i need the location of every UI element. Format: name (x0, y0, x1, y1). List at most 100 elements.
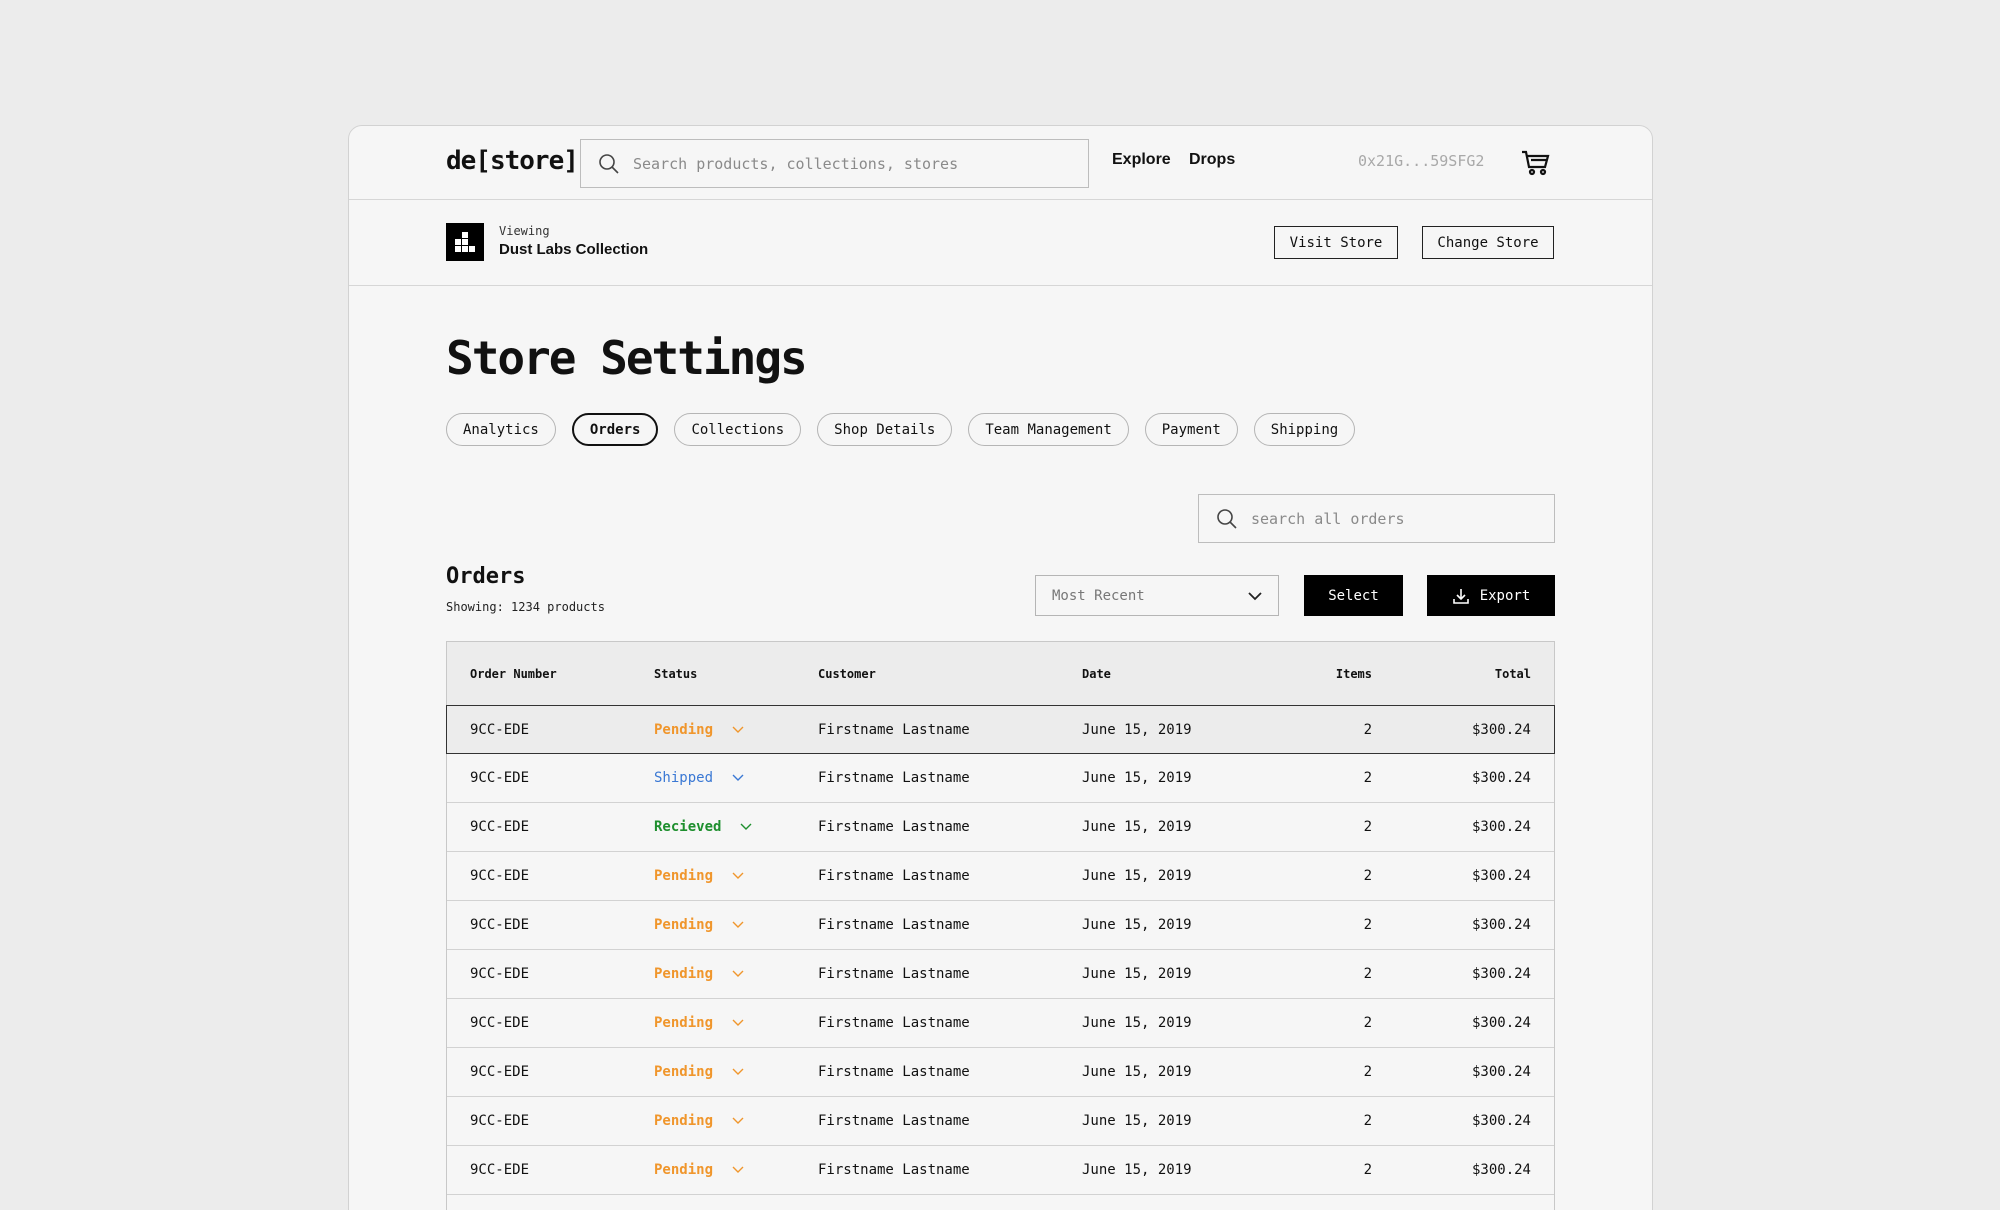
order-date: June 15, 2019 (1082, 721, 1192, 738)
item-count: 2 (1363, 1064, 1372, 1080)
table-row[interactable]: 9CC-EDE Recieved Firstname Lastname June 15… (447, 803, 1554, 852)
item-count: 2 (1363, 1015, 1372, 1031)
customer-name: Firstname Lastname (818, 966, 970, 982)
tab-shipping[interactable]: Shipping (1253, 413, 1356, 446)
customer-name: Firstname Lastname (818, 819, 970, 835)
chevron-down-icon (732, 1019, 744, 1026)
tab-payment[interactable]: Payment (1144, 413, 1238, 446)
table-row[interactable]: 9CC-EDE Pending Firstname Lastname June 15,… (447, 1146, 1554, 1195)
store-name: Dust Labs Collection (499, 241, 649, 258)
item-count: 2 (1363, 770, 1372, 786)
table-row[interactable]: 9CC-EDE Pending Firstname Lastname June 15,… (447, 852, 1554, 901)
chevron-down-icon (732, 970, 744, 977)
table-row[interactable]: 9CC-EDE Pending Firstname Lastname June 15,… (447, 999, 1554, 1048)
order-search-input[interactable]: search all orders (1198, 494, 1555, 543)
status-dropdown[interactable]: Pending (654, 1015, 745, 1031)
item-count: 2 (1363, 868, 1372, 884)
status-label: Recieved (654, 819, 722, 835)
order-search-placeholder: search all orders (1251, 509, 1405, 528)
nav-drops-link[interactable]: Drops (1189, 151, 1235, 169)
export-button-label: Export (1479, 587, 1531, 604)
status-dropdown[interactable]: Pending (654, 917, 745, 933)
export-button[interactable]: Export (1427, 575, 1555, 616)
table-row[interactable]: 9CC-EDE Pending Firstname Lastname June 15,… (446, 705, 1555, 754)
col-items[interactable]: Items (1336, 667, 1372, 681)
tab-collections[interactable]: Collections (674, 413, 802, 446)
order-total: $300.24 (1471, 1113, 1531, 1129)
col-order-number[interactable]: Order Number (470, 667, 557, 681)
item-count: 2 (1363, 1113, 1372, 1129)
chevron-down-icon (732, 1117, 744, 1124)
customer-name: Firstname Lastname (818, 770, 970, 786)
order-date: June 15, 2019 (1082, 1064, 1192, 1080)
status-label: Pending (654, 1015, 714, 1031)
status-dropdown[interactable]: Pending (654, 966, 745, 982)
order-date: June 15, 2019 (1082, 1015, 1192, 1031)
global-search-input[interactable]: Search products, collections, stores (580, 139, 1089, 188)
order-date: June 15, 2019 (1082, 966, 1192, 982)
orders-heading: Orders (446, 564, 526, 589)
order-total: $300.24 (1471, 819, 1531, 835)
select-button[interactable]: Select (1304, 575, 1403, 616)
download-icon (1452, 588, 1469, 604)
customer-name: Firstname Lastname (818, 1162, 970, 1178)
table-row[interactable]: 9CC-EDE Pending Firstname Lastname June 15,… (447, 1048, 1554, 1097)
order-number: 9CC-EDE (470, 721, 530, 738)
cart-icon[interactable] (1521, 149, 1551, 177)
status-dropdown[interactable]: Shipped (654, 770, 745, 786)
col-customer[interactable]: Customer (818, 667, 876, 681)
status-dropdown[interactable]: Pending (654, 1162, 745, 1178)
tab-orders[interactable]: Orders (571, 413, 659, 446)
sort-select-value: Most Recent (1052, 587, 1145, 604)
table-row[interactable]: 9CC-EDE Pending Firstname Lastname June 15,… (447, 1097, 1554, 1146)
status-dropdown[interactable]: Pending (654, 1113, 745, 1129)
store-bar: Viewing Dust Labs Collection Visit Store… (349, 200, 1652, 286)
order-date: June 15, 2019 (1082, 819, 1192, 835)
tab-analytics[interactable]: Analytics (446, 413, 556, 446)
status-label: Pending (654, 1162, 714, 1178)
status-dropdown[interactable]: Recieved (654, 819, 753, 835)
site-logo[interactable]: de[store] (446, 146, 579, 176)
order-number: 9CC-EDE (470, 770, 530, 786)
item-count: 2 (1363, 966, 1372, 982)
orders-table: Order Number Status Customer Date Items … (446, 641, 1555, 1210)
customer-name: Firstname Lastname (818, 868, 970, 884)
orders-count: Showing: 1234 products (446, 600, 605, 614)
settings-tabs: Analytics Orders Collections Shop Detail… (446, 413, 1356, 446)
order-total: $300.24 (1471, 917, 1531, 933)
wallet-address[interactable]: 0x21G...59SFG2 (1358, 152, 1484, 170)
tab-team-management[interactable]: Team Management (968, 413, 1129, 446)
global-search-placeholder: Search products, collections, stores (633, 154, 959, 173)
table-row[interactable]: 9CC-EDE Pending Firstname Lastname June 15,… (447, 950, 1554, 999)
col-date[interactable]: Date (1082, 667, 1111, 681)
sort-select[interactable]: Most Recent (1035, 575, 1279, 616)
table-row[interactable]: 9CC-EDE Shipped Firstname Lastname June 15,… (447, 754, 1554, 803)
chevron-down-icon (732, 872, 744, 879)
order-date: June 15, 2019 (1082, 917, 1192, 933)
tab-shop-details[interactable]: Shop Details (817, 413, 953, 446)
status-dropdown[interactable]: Pending (654, 722, 745, 738)
chevron-down-icon (732, 774, 744, 781)
table-header: Order Number Status Customer Date Items … (447, 642, 1554, 706)
col-status[interactable]: Status (654, 667, 697, 681)
order-total: $300.24 (1471, 1064, 1531, 1080)
status-label: Pending (654, 868, 714, 884)
chevron-down-icon (732, 726, 744, 733)
table-row[interactable]: 9CC-EDE Pending Firstname Lastname June 15,… (447, 901, 1554, 950)
order-total: $300.24 (1471, 770, 1531, 786)
order-date: June 15, 2019 (1082, 1113, 1192, 1129)
status-dropdown[interactable]: Pending (654, 1064, 745, 1080)
order-total: $300.24 (1471, 1162, 1531, 1178)
status-label: Shipped (654, 770, 714, 786)
order-number: 9CC-EDE (470, 1113, 530, 1129)
status-dropdown[interactable]: Pending (654, 868, 745, 884)
status-label: Pending (654, 917, 714, 933)
col-total[interactable]: Total (1495, 667, 1531, 681)
order-number: 9CC-EDE (470, 1064, 530, 1080)
app-window: de[store] Search products, collections, … (348, 125, 1653, 1210)
nav-explore-link[interactable]: Explore (1112, 151, 1171, 169)
visit-store-button[interactable]: Visit Store (1274, 226, 1398, 259)
chevron-down-icon (740, 823, 752, 830)
order-number: 9CC-EDE (470, 1015, 530, 1031)
change-store-button[interactable]: Change Store (1422, 226, 1554, 259)
